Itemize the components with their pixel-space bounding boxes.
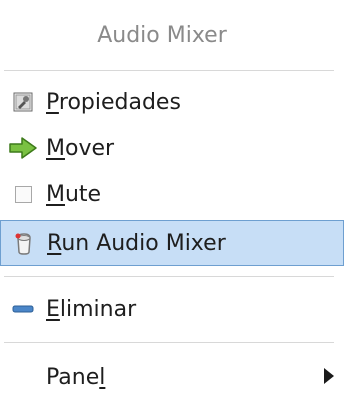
- menu-item-label: Eliminar: [46, 296, 137, 322]
- audio-mixer-icon: [7, 228, 41, 258]
- empty-icon-slot: [6, 362, 40, 392]
- separator: [4, 276, 334, 277]
- menu-item-label: Mover: [46, 135, 115, 161]
- menu-item-mute[interactable]: Mute: [0, 171, 344, 217]
- menu-item-mover[interactable]: Mover: [0, 125, 344, 171]
- separator: [4, 70, 334, 71]
- context-menu: Audio Mixer Propiedades Mover Mute Run A…: [0, 0, 344, 394]
- menu-item-eliminar[interactable]: Eliminar: [0, 286, 344, 332]
- checkbox-icon[interactable]: [6, 179, 40, 209]
- menu-item-panel[interactable]: Panel: [0, 354, 344, 400]
- menu-item-run-audio-mixer[interactable]: Run Audio Mixer: [0, 220, 344, 266]
- move-arrow-icon: [6, 133, 40, 163]
- properties-icon: [6, 87, 40, 117]
- submenu-arrow-icon: [324, 368, 334, 384]
- menu-item-label: Panel: [46, 364, 106, 390]
- menu-item-propiedades[interactable]: Propiedades: [0, 79, 344, 125]
- remove-icon: [6, 294, 40, 324]
- menu-title: Audio Mixer: [97, 22, 227, 48]
- menu-item-label: Propiedades: [46, 89, 181, 115]
- separator: [4, 342, 334, 343]
- mute-checkbox[interactable]: [14, 185, 32, 203]
- menu-item-label: Mute: [46, 181, 102, 207]
- menu-item-label: Run Audio Mixer: [47, 230, 226, 256]
